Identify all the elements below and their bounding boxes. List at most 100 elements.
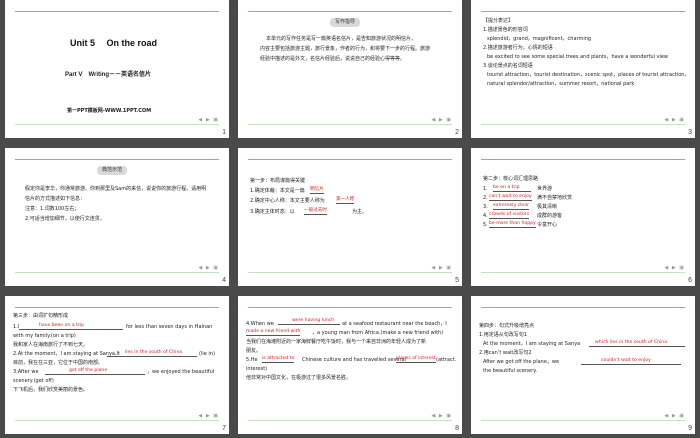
answer-blank: couldn’t wait to enjoy bbox=[581, 358, 681, 365]
slide-bottom-line bbox=[15, 124, 219, 125]
answer-blank: 一般过去时 bbox=[304, 208, 327, 215]
answer-blank: be more than happy bbox=[489, 221, 536, 228]
text-line: 1.确定体裁：本文是一篇 bbox=[250, 188, 305, 194]
section-badge: 典范示范 bbox=[97, 166, 128, 175]
text-line: 4.When we bbox=[246, 321, 274, 327]
slide-thumbnail-3[interactable]: 【提分表达】 1.描述景色的形容词 splendid，grand，magnifi… bbox=[471, 0, 695, 138]
slide-thumbnail-7[interactable]: 第三步：由词扩句精形成 1.I have been on a trip for … bbox=[5, 296, 229, 434]
section-badge: 写作指导 bbox=[330, 18, 361, 27]
slide-top-line bbox=[481, 159, 685, 160]
text-line: for less than seven days in Hainan bbox=[126, 324, 213, 330]
slide-top-line bbox=[248, 159, 452, 160]
answer-blank: is attracted to bbox=[262, 356, 295, 363]
answer-blank: places of interest bbox=[396, 356, 436, 363]
text-line: 目前，我在在三亚，它位于中国的南部。 bbox=[13, 360, 104, 366]
text-line: 1. bbox=[483, 186, 488, 192]
slide-top-line bbox=[481, 307, 685, 308]
slide-bottom-line bbox=[248, 272, 452, 273]
text-line: 下飞机后，我们欣赏美丽的景色。 bbox=[13, 387, 89, 393]
slide-top-line bbox=[15, 307, 219, 308]
slide-thumbnail-2[interactable]: 写作指导 本单元的写作任务是写一篇英语名信片，是告知旅游状况的明信片。 内容主要… bbox=[238, 0, 462, 138]
section-heading: 第四步：句式升级增亮点 bbox=[479, 323, 535, 329]
text-line: 令富开心 bbox=[537, 222, 558, 228]
slide-top-line bbox=[481, 11, 685, 12]
slide-subtitle: Part Ⅴ Writing－－英语名信片 bbox=[65, 72, 151, 78]
text-line: 1.描述景色的形容词 bbox=[483, 27, 528, 33]
slide-nav-icons: ◀ ▶ ▣ bbox=[431, 413, 452, 419]
slide-nav-icons: ◀ ▶ ▣ bbox=[198, 413, 219, 419]
text-line: Chinese culture and has travelled severa… bbox=[302, 357, 406, 363]
text-line: with my family.(on a trip) bbox=[13, 333, 76, 339]
text-line: 世界游 bbox=[537, 186, 553, 192]
answer-blank: extremely clear bbox=[493, 203, 529, 210]
text-line: 经验中描述的是外文，名信片经验后，说说自己的经验心得等等。 bbox=[260, 56, 406, 62]
text-line: At the moment，I am staying at Sanya bbox=[483, 341, 581, 347]
section-heading: 第一步：布局谋篇得关键 bbox=[250, 178, 306, 184]
slide-top-line bbox=[248, 11, 452, 12]
slide-bottom-line bbox=[248, 124, 452, 125]
slide-thumbnail-4[interactable]: 典范示范 假定你是李华，你通常旅游。你到那里及Sam的来信，说说你的旅游行程。请… bbox=[5, 148, 229, 286]
slide-number: 4 bbox=[222, 277, 226, 284]
slide-nav-icons: ◀ ▶ ▣ bbox=[431, 117, 452, 123]
text-line: 本单元的写作任务是写一篇英语名信片，是告知旅游状况的明信片。 bbox=[266, 36, 417, 42]
text-line: ，we enjoyed the beautiful bbox=[147, 369, 215, 375]
slide-thumbnail-6[interactable]: 第二步：核心词汇理思路 1. be on a trip 世界游 2. can’t… bbox=[471, 148, 695, 286]
answer-blank: have been on a trip bbox=[19, 323, 123, 330]
text-line: 2.At the moment，I am staying at Sanya,It bbox=[13, 351, 121, 357]
slide-number: 9 bbox=[688, 425, 692, 432]
text-line: 成群的游客 bbox=[537, 213, 563, 219]
section-heading: 【提分表达】 bbox=[483, 18, 514, 24]
slide-nav-icons: ◀ ▶ ▣ bbox=[664, 265, 685, 271]
text-line: 3.确定主体时态：以 bbox=[250, 209, 295, 215]
slide-bottom-line bbox=[15, 272, 219, 273]
text-line: 满不自禁地欣赏 bbox=[537, 195, 573, 201]
slide-nav-icons: ◀ ▶ ▣ bbox=[431, 265, 452, 271]
answer-blank: made a new friend with bbox=[246, 329, 301, 336]
text-line: 5. bbox=[483, 222, 488, 228]
slide-bottom-line bbox=[248, 420, 452, 421]
text-line: 我和家人在海南旅行了不到七天。 bbox=[13, 342, 89, 348]
slide-bottom-line bbox=[481, 124, 685, 125]
text-line: ，a young man from Africa.(make a new fri… bbox=[312, 330, 444, 336]
text-line: After we got off the plane，we bbox=[483, 359, 560, 365]
slide-thumbnail-1[interactable]: Unit 5 On the road Part Ⅴ Writing－－英语名信片… bbox=[5, 0, 229, 138]
text-line: 2. bbox=[483, 195, 488, 201]
text-line: 为主。 bbox=[352, 209, 368, 215]
slide-bottom-line bbox=[15, 420, 219, 421]
slide-thumbnail-8[interactable]: 4.When we were having lunch at a seafood… bbox=[238, 296, 462, 434]
text-line: natural splendor/attraction，summer resor… bbox=[487, 81, 635, 87]
text-line: 5.He bbox=[246, 357, 258, 363]
text-line: 2.用can’t wait改写句2 bbox=[479, 350, 532, 356]
text-line: 3.After we bbox=[13, 369, 39, 375]
slide-footer-url: 第一PPT模板网-WWW.1PPT.COM bbox=[67, 108, 152, 114]
slide-thumbnail-5[interactable]: 第一步：布局谋篇得关键 1.确定体裁：本文是一篇 明信片 2.确定中心人称：本文… bbox=[238, 148, 462, 286]
text-line: 4. bbox=[483, 213, 488, 219]
text-line: 极其清晰 bbox=[537, 204, 558, 210]
text-line: splendid，grand，magnificent，charming bbox=[487, 36, 592, 42]
section-heading: 第二步：核心词汇理思路 bbox=[483, 176, 539, 182]
slide-number: 3 bbox=[688, 129, 692, 136]
answer-blank: lies in the south of China bbox=[107, 350, 197, 357]
answer-blank: can’t wait to enjoy bbox=[489, 194, 532, 201]
slide-number: 1 bbox=[222, 129, 226, 136]
text-line: 信片的方式描述如下信息： bbox=[25, 196, 86, 202]
slide-nav-icons: ◀ ▶ ▣ bbox=[664, 117, 685, 123]
slide-number: 8 bbox=[455, 425, 459, 432]
slide-thumbnail-9[interactable]: 第四步：句式升级增亮点 1.用定语从句改写句1 At the moment，I … bbox=[471, 296, 695, 434]
text-line: 注意：1.词数100左右； bbox=[25, 206, 80, 212]
answer-blank: 第一人称 bbox=[336, 197, 355, 204]
text-line: interest) bbox=[246, 366, 268, 372]
text-line: the beautiful scenery. bbox=[483, 368, 538, 374]
answer-blank: be on a trip bbox=[493, 185, 531, 192]
slide-top-line bbox=[15, 11, 219, 12]
text-line: 内容主要包括旅游主题，旅行景象，作者的行为，和将要下一步的行程。旅游 bbox=[260, 46, 431, 52]
slide-title: Unit 5 On the road bbox=[70, 38, 158, 48]
slide-nav-icons: ◀ ▶ ▣ bbox=[664, 413, 685, 419]
slide-top-line bbox=[15, 159, 219, 160]
slide-bottom-line bbox=[481, 420, 685, 421]
text-line: scenery.(get off) bbox=[13, 378, 54, 384]
slide-number: 2 bbox=[455, 129, 459, 136]
text-line: 2.描述旅游者行为，心情的短语 bbox=[483, 45, 553, 51]
slide-number: 7 bbox=[222, 425, 226, 432]
answer-blank: crowds of visitors bbox=[489, 212, 530, 219]
